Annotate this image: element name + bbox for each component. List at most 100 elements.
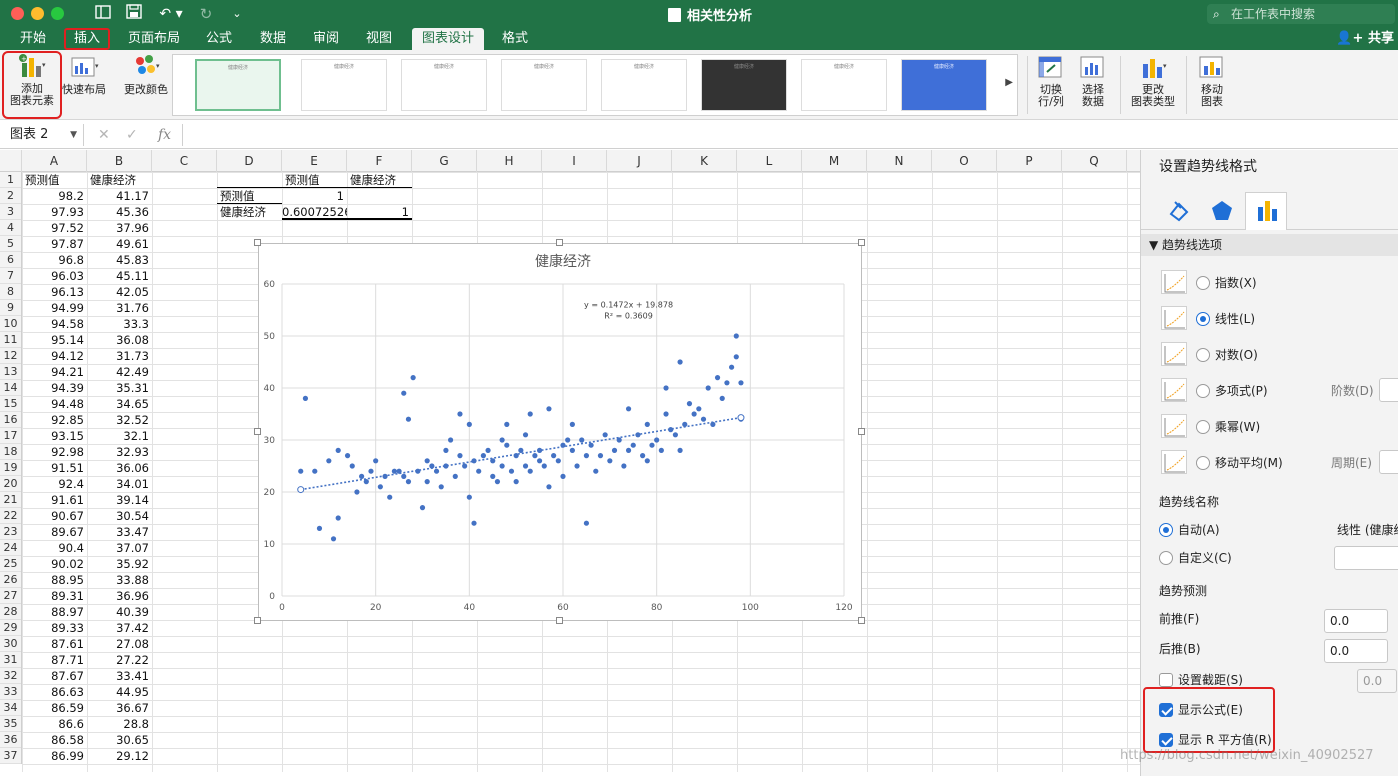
cell[interactable]: 94.21 bbox=[22, 364, 87, 380]
cell[interactable]: 31.73 bbox=[87, 348, 152, 364]
cell[interactable]: 42.49 bbox=[87, 364, 152, 380]
tab-home[interactable]: 开始 bbox=[10, 28, 56, 50]
cell[interactable]: 91.51 bbox=[22, 460, 87, 476]
cell[interactable]: 32.52 bbox=[87, 412, 152, 428]
cell[interactable]: 41.17 bbox=[87, 188, 152, 204]
chart-style-8[interactable]: 健康经济 bbox=[901, 59, 987, 111]
moving-average-param-input[interactable] bbox=[1379, 450, 1398, 474]
column-header[interactable]: E bbox=[282, 150, 347, 172]
row-header[interactable]: 36 bbox=[0, 732, 21, 748]
cell[interactable]: 96.13 bbox=[22, 284, 87, 300]
tab-format[interactable]: 格式 bbox=[492, 28, 538, 50]
cell[interactable]: 90.67 bbox=[22, 508, 87, 524]
column-header[interactable]: I bbox=[542, 150, 607, 172]
row-header[interactable]: 4 bbox=[0, 220, 21, 236]
sidebar-toggle-icon[interactable] bbox=[94, 4, 112, 24]
cell[interactable]: 36.08 bbox=[87, 332, 152, 348]
power-radio[interactable] bbox=[1196, 420, 1210, 434]
customize-toolbar-icon[interactable]: ⌄ bbox=[228, 4, 246, 24]
row-header[interactable]: 9 bbox=[0, 300, 21, 316]
row-header[interactable]: 21 bbox=[0, 492, 21, 508]
cell[interactable]: 36.67 bbox=[87, 700, 152, 716]
cell[interactable]: 87.61 bbox=[22, 636, 87, 652]
row-header[interactable]: 35 bbox=[0, 716, 21, 732]
row-header[interactable]: 11 bbox=[0, 332, 21, 348]
cell[interactable]: 97.52 bbox=[22, 220, 87, 236]
column-header[interactable]: N bbox=[867, 150, 932, 172]
row-header[interactable]: 23 bbox=[0, 524, 21, 540]
cell[interactable]: 33.3 bbox=[87, 316, 152, 332]
cell[interactable]: 49.61 bbox=[87, 236, 152, 252]
cell[interactable]: 86.6 bbox=[22, 716, 87, 732]
tab-insert[interactable]: 插入 bbox=[64, 28, 111, 50]
cell[interactable]: 86.99 bbox=[22, 748, 87, 764]
row-header[interactable]: 13 bbox=[0, 364, 21, 380]
select-all-corner[interactable] bbox=[0, 150, 22, 172]
cell[interactable]: 32.1 bbox=[87, 428, 152, 444]
column-header[interactable]: J bbox=[607, 150, 672, 172]
cell[interactable]: 40.39 bbox=[87, 604, 152, 620]
cell[interactable]: 28.8 bbox=[87, 716, 152, 732]
cell[interactable]: 88.97 bbox=[22, 604, 87, 620]
chart-style-6[interactable]: 健康经济 bbox=[701, 59, 787, 111]
share-button[interactable]: 👤+ 共享 bbox=[1336, 28, 1394, 50]
cell[interactable]: 96.8 bbox=[22, 252, 87, 268]
cell[interactable]: 30.65 bbox=[87, 732, 152, 748]
cell[interactable]: 87.67 bbox=[22, 668, 87, 684]
chart-style-gallery[interactable]: 健康经济 健康经济 健康经济 健康经济 健康经济 健康经济 健康经济 健康经济 … bbox=[172, 54, 1018, 116]
cell[interactable]: 92.85 bbox=[22, 412, 87, 428]
trendline-options-tab[interactable] bbox=[1245, 192, 1287, 230]
row-header[interactable]: 33 bbox=[0, 684, 21, 700]
cell[interactable]: 89.67 bbox=[22, 524, 87, 540]
chart-style-3[interactable]: 健康经济 bbox=[401, 59, 487, 111]
cell[interactable]: 90.4 bbox=[22, 540, 87, 556]
custom-name-input[interactable] bbox=[1334, 546, 1398, 570]
cell[interactable]: 32.93 bbox=[87, 444, 152, 460]
chart-style-1[interactable]: 健康经济 bbox=[195, 59, 281, 111]
trendline-type-polynomial[interactable]: 多项式(P) 阶数(D) bbox=[1141, 376, 1398, 406]
cell[interactable]: 44.95 bbox=[87, 684, 152, 700]
confirm-formula-icon[interactable]: ✓ bbox=[126, 124, 138, 146]
cell[interactable]: 45.36 bbox=[87, 204, 152, 220]
trendline-options-section[interactable]: ▼ 趋势线选项 bbox=[1141, 234, 1398, 256]
row-header[interactable]: 30 bbox=[0, 636, 21, 652]
cell[interactable]: 95.14 bbox=[22, 332, 87, 348]
chart-style-7[interactable]: 健康经济 bbox=[801, 59, 887, 111]
undo-icon[interactable]: ↶ ▾ bbox=[155, 4, 187, 24]
resize-handle[interactable] bbox=[858, 239, 865, 246]
maximize-window-button[interactable] bbox=[51, 7, 64, 20]
row-header[interactable]: 31 bbox=[0, 652, 21, 668]
trendline-type-exponential[interactable]: 指数(X) bbox=[1141, 268, 1398, 298]
cell[interactable]: 45.11 bbox=[87, 268, 152, 284]
column-header[interactable]: M bbox=[802, 150, 867, 172]
cancel-formula-icon[interactable]: ✕ bbox=[98, 124, 110, 146]
close-window-button[interactable] bbox=[11, 7, 24, 20]
row-header[interactable]: 17 bbox=[0, 428, 21, 444]
cell[interactable]: 86.63 bbox=[22, 684, 87, 700]
cell[interactable]: 94.48 bbox=[22, 396, 87, 412]
cell[interactable]: 36.06 bbox=[87, 460, 152, 476]
change-chart-type-button[interactable]: ▾ 更改 图表类型 bbox=[1128, 54, 1178, 108]
cell[interactable]: 96.03 bbox=[22, 268, 87, 284]
cell[interactable]: 87.71 bbox=[22, 652, 87, 668]
row-header[interactable]: 24 bbox=[0, 540, 21, 556]
column-header[interactable]: G bbox=[412, 150, 477, 172]
cell[interactable]: 1 bbox=[282, 188, 347, 204]
tab-data[interactable]: 数据 bbox=[250, 28, 296, 50]
row-header[interactable]: 6 bbox=[0, 252, 21, 268]
cell[interactable]: 42.05 bbox=[87, 284, 152, 300]
column-header[interactable]: D bbox=[217, 150, 282, 172]
cell[interactable]: 89.33 bbox=[22, 620, 87, 636]
cell[interactable]: 34.01 bbox=[87, 476, 152, 492]
cell[interactable]: 预测值 bbox=[282, 172, 347, 188]
cell[interactable]: 0.60072526 bbox=[282, 204, 347, 220]
cell[interactable]: 92.4 bbox=[22, 476, 87, 492]
row-header[interactable]: 7 bbox=[0, 268, 21, 284]
cell[interactable]: 健康经济 bbox=[217, 204, 282, 220]
chart-style-4[interactable]: 健康经济 bbox=[501, 59, 587, 111]
row-header[interactable]: 10 bbox=[0, 316, 21, 332]
row-header[interactable]: 2 bbox=[0, 188, 21, 204]
linear-radio[interactable] bbox=[1196, 312, 1210, 326]
row-header[interactable]: 25 bbox=[0, 556, 21, 572]
formula-input[interactable] bbox=[182, 124, 1392, 146]
